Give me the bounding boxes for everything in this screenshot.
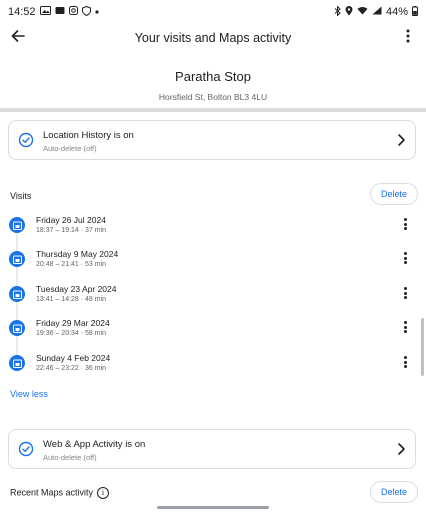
chevron-right-icon [398, 134, 405, 146]
visit-place-icon [9, 286, 25, 302]
recent-maps-title: Recent Maps activity [10, 487, 94, 498]
info-icon[interactable]: i [97, 487, 110, 499]
view-less-link[interactable]: View less [10, 389, 48, 399]
visit-item[interactable]: Friday 26 Jul 2024 18:37 – 19:14 · 37 mi… [0, 213, 426, 245]
visit-item[interactable]: Friday 29 Mar 2024 19:36 – 20:34 · 58 mi… [0, 316, 426, 348]
visit-place-icon [9, 251, 25, 267]
web-app-activity-subtitle: Auto-delete (off) [43, 453, 97, 462]
visit-more-icon[interactable] [401, 319, 409, 335]
web-app-activity-title: Web & App Activity is on [43, 439, 146, 450]
recent-maps-section: Recent Maps activity i [10, 487, 110, 499]
section-divider [0, 108, 426, 112]
location-history-subtitle: Auto-delete (off) [43, 144, 97, 153]
gallery-icon [39, 6, 51, 18]
visit-time: 20:48 – 21:41 · 53 min [36, 261, 107, 268]
location-history-card[interactable]: Location History is on Auto-delete (off) [8, 120, 416, 160]
arrow-back-icon [11, 30, 25, 42]
visit-place-icon [9, 320, 25, 336]
place-address: Horsfield St, Bolton BL3 4LU [158, 92, 268, 102]
visit-more-icon[interactable] [401, 216, 409, 232]
back-button[interactable] [8, 26, 28, 46]
visit-date: Friday 26 Jul 2024 [36, 215, 106, 225]
place-name: Paratha Stop [175, 69, 251, 84]
status-time: 14:52 [8, 6, 36, 18]
visit-time: 18:37 – 19:14 · 37 min [36, 227, 107, 234]
battery-icon [412, 5, 418, 19]
chevron-right-icon [398, 443, 405, 455]
visit-date: Sunday 4 Feb 2024 [36, 353, 111, 363]
web-app-activity-card[interactable]: Web & App Activity is on Auto-delete (of… [8, 429, 416, 469]
visit-item[interactable]: Tuesday 23 Apr 2024 13:41 – 14:28 · 48 m… [0, 282, 426, 314]
home-indicator[interactable] [157, 506, 269, 509]
scrollbar[interactable] [421, 318, 424, 376]
shield-icon [81, 5, 91, 19]
visit-more-icon[interactable] [401, 354, 409, 370]
place-header: Paratha Stop Horsfield St, Bolton BL3 4L… [0, 60, 426, 102]
visit-place-icon [9, 355, 25, 371]
page-title: Your visits and Maps activity [134, 31, 292, 45]
check-circle-icon [18, 441, 34, 457]
visit-place-icon [9, 217, 25, 233]
location-icon [345, 5, 353, 19]
visit-item[interactable]: Thursday 9 May 2024 20:48 – 21:41 · 53 m… [0, 247, 426, 279]
instagram-icon [68, 6, 78, 18]
app-bar: Your visits and Maps activity [0, 24, 426, 52]
visit-time: 13:41 – 14:28 · 48 min [36, 296, 107, 303]
visit-time: 19:36 – 20:34 · 58 min [36, 330, 107, 337]
visit-date: Tuesday 23 Apr 2024 [36, 284, 117, 294]
check-circle-icon [18, 132, 34, 148]
visit-time: 22:46 – 23:22 · 36 min [36, 365, 107, 372]
visit-more-icon[interactable] [401, 285, 409, 301]
visits-section-title: Visits [10, 191, 32, 201]
wallet-icon [55, 6, 65, 18]
notification-icon [94, 7, 99, 17]
recent-maps-delete-button[interactable]: Delete [370, 481, 418, 503]
visit-date: Friday 29 Mar 2024 [36, 318, 110, 328]
status-bar: 14:52 44% [0, 0, 426, 24]
visit-more-icon[interactable] [401, 250, 409, 266]
visit-date: Thursday 9 May 2024 [36, 249, 119, 259]
location-history-title: Location History is on [43, 130, 134, 141]
bluetooth-icon [334, 4, 341, 19]
status-right: 44% [334, 4, 418, 19]
signal-icon [372, 6, 382, 18]
more-vert-icon [406, 29, 410, 43]
wifi-icon [357, 6, 368, 18]
battery-percent: 44% [385, 6, 408, 18]
more-options-button[interactable] [400, 26, 416, 46]
status-left: 14:52 [8, 5, 99, 19]
visits-delete-button[interactable]: Delete [370, 183, 418, 205]
visit-item[interactable]: Sunday 4 Feb 2024 22:46 – 23:22 · 36 min [0, 351, 426, 383]
